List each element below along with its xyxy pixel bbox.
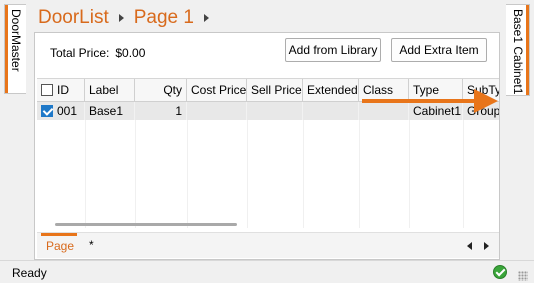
- tab-accent: [526, 5, 529, 95]
- row-checkbox-icon[interactable]: [41, 105, 53, 117]
- column-divider: [247, 120, 248, 228]
- tab-base1-cabinet1[interactable]: Base1 Cabinet1: [506, 4, 530, 96]
- horizontal-scrollbar[interactable]: [55, 223, 237, 226]
- cell-extended: [303, 102, 359, 120]
- right-dock-strip: Base1 Cabinet1: [500, 0, 534, 260]
- total-price-label: Total Price:: [50, 46, 110, 60]
- cell-type: Cabinet1: [409, 102, 463, 120]
- cell-sell-price: [247, 102, 303, 120]
- total-price: Total Price: $0.00: [50, 46, 145, 60]
- column-divider: [135, 120, 136, 228]
- add-extra-item-button[interactable]: Add Extra Item: [391, 38, 487, 62]
- column-divider: [359, 120, 360, 228]
- column-header-sell-price[interactable]: Sell Price: [247, 79, 303, 102]
- cell-id: 001: [37, 102, 85, 120]
- select-all-checkbox-icon[interactable]: [41, 84, 53, 96]
- column-header-qty[interactable]: Qty: [135, 79, 187, 102]
- add-page-tab[interactable]: *: [89, 238, 94, 252]
- main-panel: DoorList Page 1 Total Price: $0.00 Add f…: [30, 0, 500, 279]
- scroll-right-icon[interactable]: [484, 242, 489, 250]
- column-header-extended[interactable]: Extended: [303, 79, 359, 102]
- tab-page-1[interactable]: Page 1: [41, 233, 79, 279]
- column-divider: [85, 120, 86, 228]
- cell-label: Base1: [85, 102, 135, 120]
- breadcrumb-page[interactable]: Page 1: [134, 7, 194, 29]
- resize-grip-icon[interactable]: [518, 271, 528, 281]
- breadcrumb-separator-icon: [203, 14, 209, 22]
- tab-doormaster[interactable]: DoorMaster: [4, 4, 26, 94]
- column-header-cost-price[interactable]: Cost Price: [187, 79, 247, 102]
- table-row[interactable]: 001 Base1 1 Cabinet1 Group: [37, 102, 499, 120]
- breadcrumb-doorlist[interactable]: DoorList: [38, 7, 109, 29]
- column-header-label[interactable]: Label: [85, 79, 135, 102]
- column-divider: [187, 120, 188, 228]
- status-text: Ready: [12, 266, 47, 280]
- tab-accent: [5, 5, 8, 93]
- total-price-value: $0.00: [115, 46, 146, 60]
- status-bar: Ready: [0, 260, 534, 283]
- column-divider: [303, 120, 304, 228]
- content-area: Total Price: $0.00 Add from Library Add …: [34, 32, 500, 279]
- left-dock-strip: DoorMaster: [0, 0, 30, 260]
- cell-qty: 1: [135, 102, 187, 120]
- ok-status-icon: [493, 265, 507, 279]
- scroll-left-icon[interactable]: [467, 242, 472, 250]
- column-header-id[interactable]: ID: [37, 79, 85, 102]
- tab-doormaster-label: DoorMaster: [9, 9, 23, 72]
- annotation-arrowhead-icon: [474, 89, 498, 113]
- breadcrumb: DoorList Page 1: [38, 6, 211, 30]
- page-tab-strip: Page 1 *: [37, 232, 499, 279]
- add-from-library-button[interactable]: Add from Library: [285, 38, 381, 62]
- column-divider: [409, 120, 410, 228]
- tab-active-indicator: [41, 233, 77, 236]
- annotation-arrow-icon: [362, 99, 477, 103]
- column-divider: [463, 120, 464, 228]
- cell-class: [359, 102, 409, 120]
- cell-cost-price: [187, 102, 247, 120]
- breadcrumb-separator-icon: [118, 14, 124, 22]
- tab-base1-cabinet1-label: Base1 Cabinet1: [511, 9, 525, 95]
